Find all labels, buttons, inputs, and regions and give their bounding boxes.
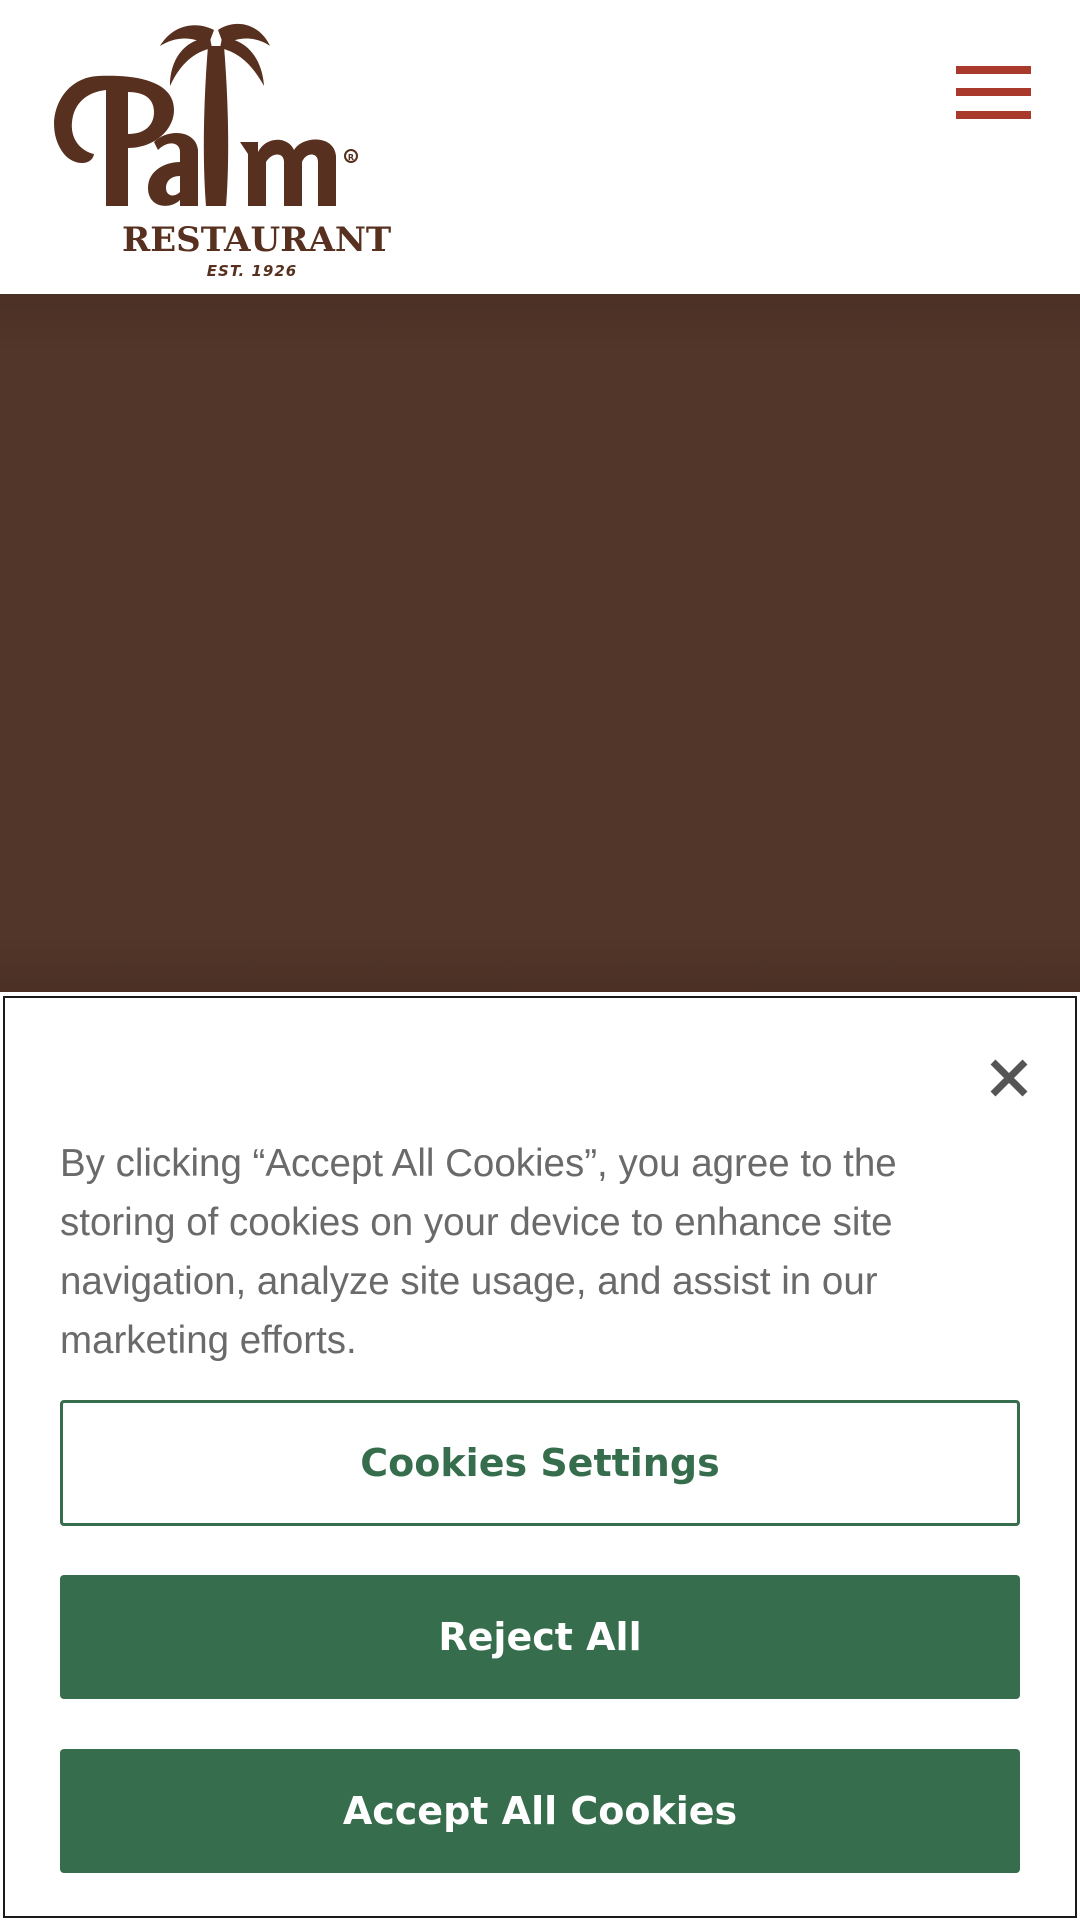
palm-restaurant-logo[interactable]: R RESTAURANT EST. 1926 xyxy=(44,16,392,284)
logo-restaurant-text: RESTAURANT xyxy=(122,220,392,260)
accept-all-cookies-button[interactable]: Accept All Cookies xyxy=(60,1749,1020,1873)
close-icon[interactable] xyxy=(983,1052,1035,1104)
menu-bar-bottom xyxy=(956,111,1031,119)
site-header: R RESTAURANT EST. 1926 xyxy=(0,0,1080,294)
cookies-settings-button[interactable]: Cookies Settings xyxy=(60,1400,1020,1526)
logo-est-text: EST. 1926 xyxy=(206,262,298,280)
menu-bar-middle xyxy=(956,88,1031,96)
close-x-glyph xyxy=(990,1059,1028,1097)
svg-text:R: R xyxy=(348,153,354,162)
hamburger-menu-icon[interactable] xyxy=(950,66,1032,130)
reject-all-button[interactable]: Reject All xyxy=(60,1575,1020,1699)
palm-logo-mark: R xyxy=(54,23,358,207)
menu-bar-top xyxy=(956,66,1031,74)
cookie-message: By clicking “Accept All Cookies”, you ag… xyxy=(60,1142,897,1362)
hero-image-area xyxy=(0,294,1080,992)
